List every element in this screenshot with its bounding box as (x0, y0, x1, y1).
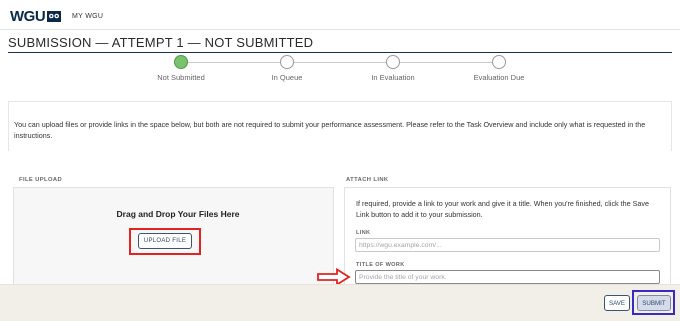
dropzone-title: Drag and Drop Your Files Here (116, 209, 240, 219)
owl-logo-icon (47, 11, 62, 22)
step-evaluation-due: Evaluation Due (449, 55, 549, 82)
submission-status-stepper: Not Submitted In Queue In Evaluation Eva… (0, 54, 680, 86)
upload-file-button[interactable]: UPLOAD FILE (138, 233, 192, 249)
link-input[interactable] (355, 238, 660, 252)
wgu-logo[interactable]: WGU (10, 8, 62, 25)
step-circle-icon (280, 55, 294, 69)
step-label: Not Submitted (157, 73, 205, 82)
title-divider (8, 52, 672, 53)
instructions-text: You can upload files or provide links in… (14, 120, 646, 140)
attach-link-description: If required, provide a link to your work… (356, 199, 650, 219)
step-label: Evaluation Due (473, 73, 525, 82)
file-upload-heading: FILE UPLOAD (19, 177, 63, 183)
action-footer (0, 284, 680, 321)
step-in-queue: In Queue (237, 55, 337, 82)
step-label: In Evaluation (371, 73, 415, 82)
top-navigation-bar: WGU MY WGU (0, 0, 680, 30)
submit-button[interactable]: SUBMIT (637, 295, 671, 311)
step-label: In Queue (271, 73, 303, 82)
step-circle-icon (492, 55, 506, 69)
title-field-label: TITLE OF WORK (356, 262, 405, 268)
step-circle-active-icon (174, 55, 188, 69)
title-of-work-input[interactable] (355, 270, 660, 284)
step-not-submitted: Not Submitted (131, 55, 231, 82)
page-title: SUBMISSION — ATTEMPT 1 — NOT SUBMITTED (8, 35, 314, 50)
save-button[interactable]: SAVE (604, 295, 630, 311)
attach-link-heading: ATTACH LINK (346, 177, 389, 183)
step-circle-icon (386, 55, 400, 69)
logo-text: WGU (10, 8, 46, 25)
link-field-label: LINK (356, 230, 371, 236)
nav-link-my-wgu[interactable]: MY WGU (72, 13, 103, 20)
step-in-evaluation: In Evaluation (343, 55, 443, 82)
